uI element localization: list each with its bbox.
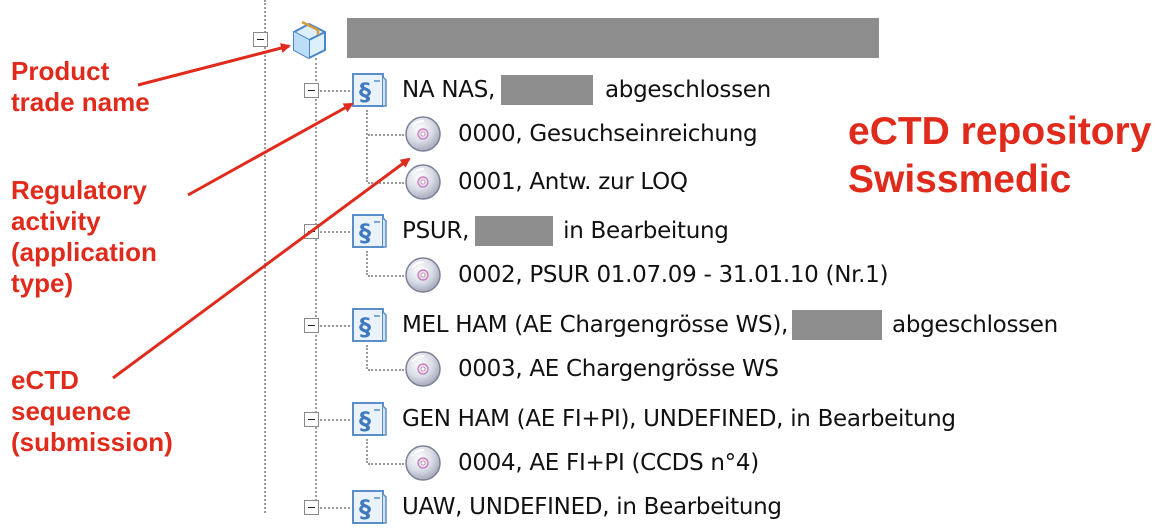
annotation-arrows xyxy=(112,43,411,380)
arrow-product-name xyxy=(137,43,291,87)
arrow-ectd-sequence xyxy=(112,157,411,380)
arrow-regulatory-activity xyxy=(187,102,354,197)
